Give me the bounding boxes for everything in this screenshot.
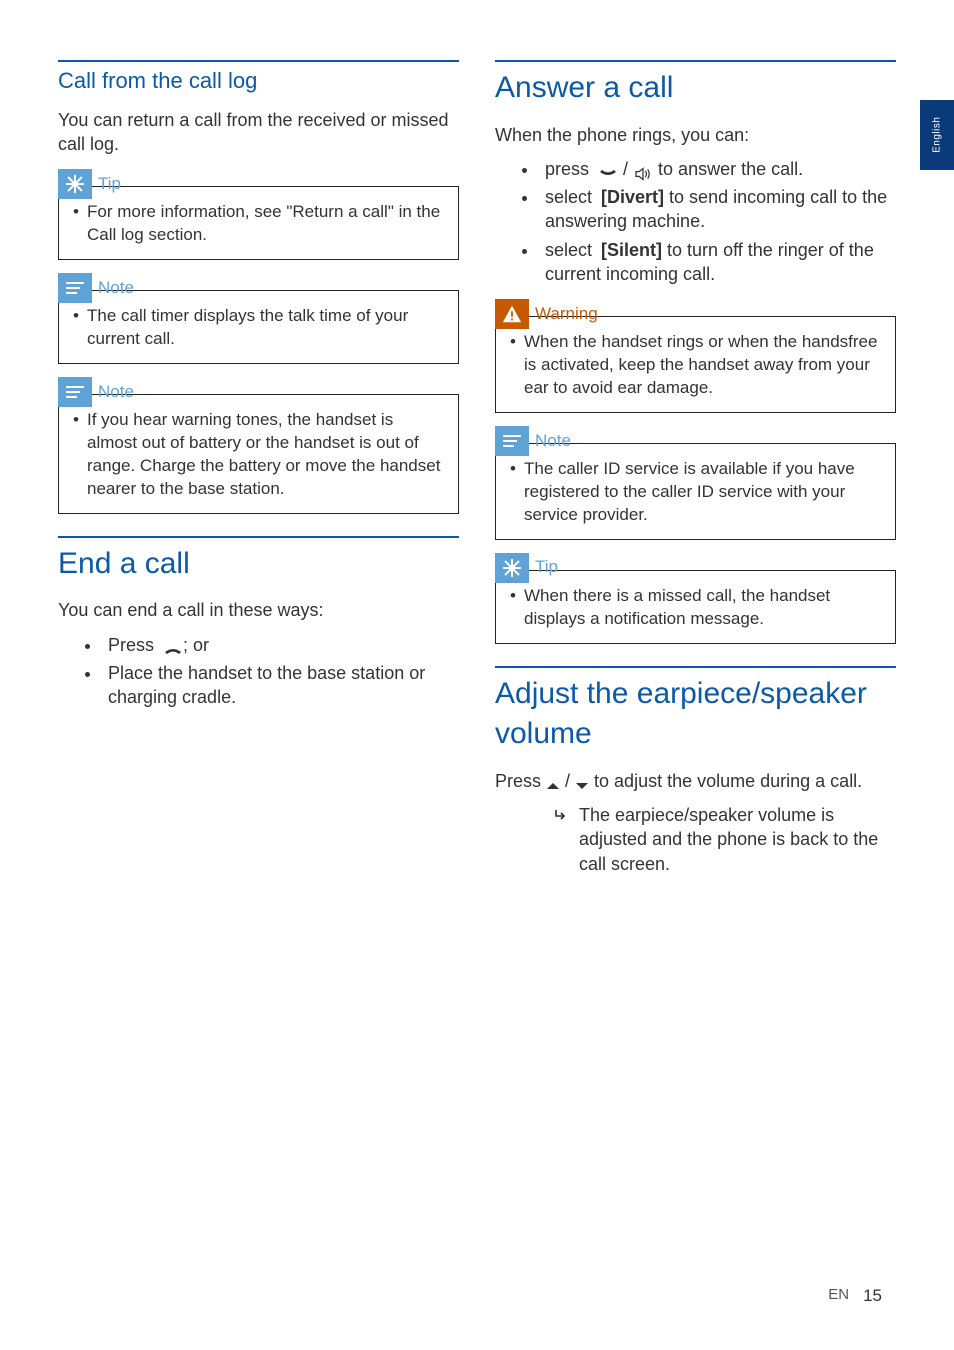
box-tag: Note	[58, 273, 134, 303]
warning-item: When the handset rings or when the hands…	[510, 331, 883, 400]
list-item: Press ; or	[102, 633, 459, 657]
text: press	[545, 159, 598, 179]
text: select	[545, 187, 601, 207]
option-label: [Silent]	[601, 240, 662, 260]
result-item: The earpiece/speaker volume is adjusted …	[495, 803, 896, 876]
warning-icon	[495, 299, 529, 329]
option-label: [Divert]	[601, 187, 664, 207]
text: to answer the call.	[653, 159, 803, 179]
left-column: Call from the call log You can return a …	[58, 60, 459, 876]
bullet-list: Press ; or Place the handset to the base…	[58, 633, 459, 710]
box-tag: Tip	[58, 169, 121, 199]
warning-box: Warning When the handset rings or when t…	[495, 316, 896, 413]
list-item: select [Divert] to send incoming call to…	[539, 185, 896, 234]
text: to adjust the volume during a call.	[589, 771, 862, 791]
note-box: Note If you hear warning tones, the hand…	[58, 394, 459, 514]
note-box: Note The caller ID service is available …	[495, 443, 896, 540]
heading-end-call: End a call	[58, 536, 459, 585]
bullet-list: press / to answer the call. select [Dive…	[495, 157, 896, 286]
heading-call-from-log: Call from the call log	[58, 60, 459, 96]
footer-lang: EN	[828, 1285, 849, 1308]
text: Press	[495, 771, 546, 791]
box-tag: Tip	[495, 553, 558, 583]
note-box: Note The call timer displays the talk ti…	[58, 290, 459, 364]
paragraph: Press / to adjust the volume during a ca…	[495, 769, 896, 793]
text: The earpiece/speaker volume is adjusted …	[579, 803, 896, 876]
paragraph: You can end a call in these ways:	[58, 598, 459, 622]
tip-item: When there is a missed call, the handset…	[510, 585, 883, 631]
tip-item: For more information, see "Return a call…	[73, 201, 446, 247]
paragraph: You can return a call from the received …	[58, 108, 459, 157]
box-tag: Warning	[495, 299, 598, 329]
list-item: select [Silent] to turn off the ringer o…	[539, 238, 896, 287]
note-icon	[58, 377, 92, 407]
asterisk-icon	[58, 169, 92, 199]
language-tab-label: English	[930, 117, 944, 153]
result-arrow-icon	[553, 803, 569, 876]
box-tag: Note	[58, 377, 134, 407]
text: Press	[108, 635, 163, 655]
text: /	[560, 771, 575, 791]
page-content: Call from the call log You can return a …	[0, 0, 954, 916]
footer-page-number: 15	[863, 1285, 882, 1308]
box-tag: Note	[495, 426, 571, 456]
talk-icon	[598, 163, 618, 177]
asterisk-icon	[495, 553, 529, 583]
note-item: The call timer displays the talk time of…	[73, 305, 446, 351]
box-label: Tip	[98, 173, 121, 196]
box-label: Note	[98, 277, 134, 300]
heading-adjust-volume: Adjust the earpiece/speaker volume	[495, 666, 896, 755]
hangup-icon	[163, 639, 183, 653]
box-label: Note	[535, 430, 571, 453]
box-label: Warning	[535, 303, 598, 326]
tip-box: Tip For more information, see "Return a …	[58, 186, 459, 260]
tip-box: Tip When there is a missed call, the han…	[495, 570, 896, 644]
text: ; or	[183, 635, 209, 655]
language-tab: English	[920, 100, 954, 170]
text: /	[618, 159, 633, 179]
right-column: Answer a call When the phone rings, you …	[495, 60, 896, 876]
note-item: If you hear warning tones, the handset i…	[73, 409, 446, 501]
page-footer: EN 15	[828, 1285, 882, 1308]
list-item: Place the handset to the base station or…	[102, 661, 459, 710]
note-icon	[58, 273, 92, 303]
speaker-icon	[633, 163, 653, 177]
note-icon	[495, 426, 529, 456]
box-label: Tip	[535, 556, 558, 579]
note-item: The caller ID service is available if yo…	[510, 458, 883, 527]
heading-answer-call: Answer a call	[495, 60, 896, 109]
list-item: press / to answer the call.	[539, 157, 896, 181]
down-arrow-icon	[575, 775, 589, 789]
up-arrow-icon	[546, 775, 560, 789]
paragraph: When the phone rings, you can:	[495, 123, 896, 147]
box-label: Note	[98, 381, 134, 404]
text: select	[545, 240, 601, 260]
